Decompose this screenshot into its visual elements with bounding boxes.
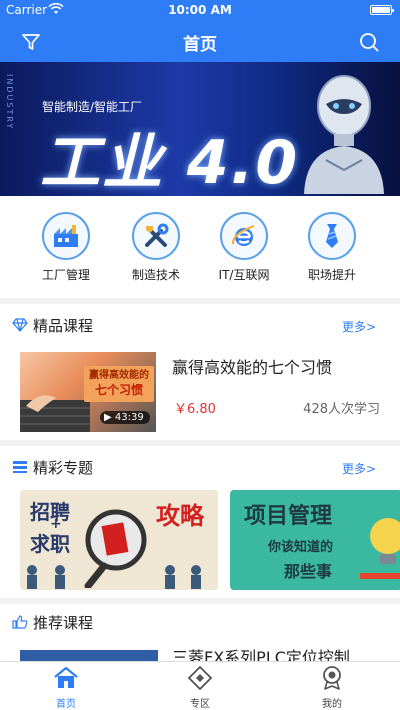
section-header: 推荐课程	[0, 604, 400, 640]
topic-text: 那些事	[284, 562, 333, 581]
keyboard-hands-illustration	[20, 395, 90, 432]
category-grid: 工厂管理 制造技术 IT/互联网 职场提升	[0, 196, 400, 298]
thumbnail-title: 赢得高效能的 七个习惯	[84, 366, 154, 402]
robot-illustration	[304, 75, 384, 194]
section-header: 精品课程 更多>	[0, 304, 400, 344]
topic-card-recruitment[interactable]: 招聘 + 求职 攻略	[20, 490, 218, 590]
category-factory-management[interactable]: 工厂管理	[26, 212, 106, 283]
tab-label: 我的	[322, 699, 342, 710]
topic-text: 求职	[30, 532, 70, 556]
list-icon	[12, 459, 28, 473]
category-label: 职场提升	[307, 268, 356, 282]
category-it-internet[interactable]: IT/互联网	[204, 212, 284, 283]
diamond-zone-icon	[187, 665, 213, 691]
thumbs-up-icon	[12, 614, 28, 629]
necktie-icon	[308, 212, 356, 260]
course-item[interactable]: 赢得高效能的 七个习惯 ▶ 43:39 赢得高效能的七个习惯 ￥6.80 428…	[0, 344, 400, 444]
category-manufacturing-tech[interactable]: 制造技术	[116, 212, 196, 283]
lightbulb-illustration	[360, 518, 400, 579]
topics-section: 精彩专题 更多> 招聘 + 求职 攻略 项目管理 你该知道的 那些事	[0, 446, 400, 598]
recommended-section: 推荐课程 三菱FX系列PLC定位控制	[0, 604, 400, 664]
more-link[interactable]: 更多>	[342, 318, 376, 335]
featured-courses-section: 精品课程 更多> 赢得高效能的 七个习惯 ▶ 43:39 赢得高效能的七个习惯 …	[0, 304, 400, 440]
status-bar: Carrier 10:00 AM	[0, 0, 400, 20]
topic-carousel: 招聘 + 求职 攻略 项目管理 你该知道的 那些事	[0, 486, 400, 598]
tab-zone[interactable]: 专区	[160, 665, 240, 710]
battery-icon	[370, 5, 394, 15]
clock: 10:00 AM	[168, 3, 232, 17]
tab-label: 专区	[190, 699, 210, 710]
thumbnail-title-line1: 赢得高效能的	[89, 370, 149, 381]
category-label: IT/互联网	[218, 268, 270, 282]
bottom-tabbar: 首页 专区 我的	[0, 661, 400, 710]
course-thumbnail: 赢得高效能的 七个习惯 ▶ 43:39	[20, 352, 156, 432]
banner-headline: 工业 4.0	[40, 128, 300, 196]
course-name: 赢得高效能的七个习惯	[172, 358, 333, 377]
tab-label: 首页	[56, 699, 76, 710]
ie-browser-icon	[220, 212, 268, 260]
tools-icon	[132, 212, 180, 260]
top-navbar: 首页	[0, 20, 400, 62]
section-title: 精品课程	[33, 317, 94, 335]
topic-text: 攻略	[156, 502, 204, 530]
topic-card-project-management[interactable]: 项目管理 你该知道的 那些事	[230, 490, 400, 590]
section-title: 精彩专题	[33, 459, 94, 477]
video-duration: ▶ 43:39	[100, 411, 150, 424]
page-title: 首页	[183, 35, 217, 55]
topic-text: 项目管理	[244, 504, 333, 529]
profile-badge-icon	[319, 666, 345, 690]
category-label: 制造技术	[131, 268, 180, 282]
course-price: ￥6.80	[174, 402, 216, 417]
topic-text: 你该知道的	[268, 540, 334, 555]
category-label: 工厂管理	[41, 268, 90, 282]
home-icon	[53, 666, 79, 690]
factory-icon	[42, 212, 90, 260]
category-career-advance[interactable]: 职场提升	[292, 212, 372, 283]
thumbnail-title-line2: 七个习惯	[94, 383, 143, 397]
tab-home[interactable]: 首页	[26, 666, 106, 710]
promo-banner[interactable]: INDUSTRY 智能制造/智能工厂 工业 4.0	[0, 62, 400, 196]
section-header: 精彩专题 更多>	[0, 446, 400, 486]
tab-profile[interactable]: 我的	[292, 666, 372, 710]
learner-count: 428人次学习	[303, 402, 380, 417]
search-icon[interactable]	[358, 31, 380, 53]
banner-vertical-text: INDUSTRY	[5, 74, 14, 131]
diamond-icon	[12, 317, 28, 332]
more-link[interactable]: 更多>	[342, 460, 376, 477]
duration-text: 43:39	[114, 412, 144, 423]
section-title: 推荐课程	[33, 614, 94, 632]
people-silhouettes	[27, 565, 201, 589]
banner-subtitle: 智能制造/智能工厂	[42, 100, 143, 114]
